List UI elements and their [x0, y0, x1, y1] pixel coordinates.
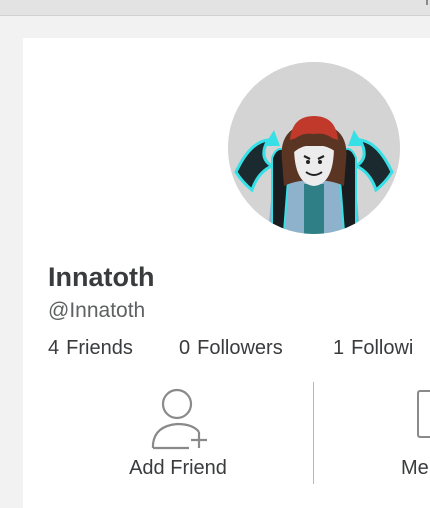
- add-friend-icon: [151, 388, 207, 450]
- followers-label: Followers: [197, 337, 283, 359]
- browser-top-bar: [0, 0, 430, 16]
- friends-label: Friends: [66, 337, 133, 359]
- followers-count: 0: [179, 337, 191, 359]
- username: @Innatoth: [48, 299, 146, 322]
- following-label: Followi: [351, 337, 414, 359]
- actions-divider: [313, 382, 314, 484]
- add-friend-label: Add Friend: [129, 457, 227, 479]
- profile-actions: Add Friend Me: [23, 382, 430, 492]
- add-friend-button[interactable]: Add Friend: [103, 382, 253, 492]
- top-bar-tick: [426, 0, 428, 5]
- followers-stat[interactable]: 0 Followers: [179, 337, 283, 360]
- friends-count: 4: [48, 337, 60, 359]
- following-count: 1: [333, 337, 345, 359]
- display-name: Innatoth: [48, 262, 155, 292]
- friends-stat[interactable]: 4 Friends: [48, 337, 133, 360]
- message-label: Me: [401, 457, 429, 479]
- message-button[interactable]: Me: [401, 382, 430, 492]
- profile-card: Innatoth @Innatoth 4 Friends 0 Followers 1…: [23, 38, 430, 508]
- message-icon: [417, 390, 430, 438]
- following-stat[interactable]: 1 Followi: [333, 337, 413, 360]
- avatar-image: [228, 62, 400, 234]
- avatar[interactable]: [228, 62, 400, 234]
